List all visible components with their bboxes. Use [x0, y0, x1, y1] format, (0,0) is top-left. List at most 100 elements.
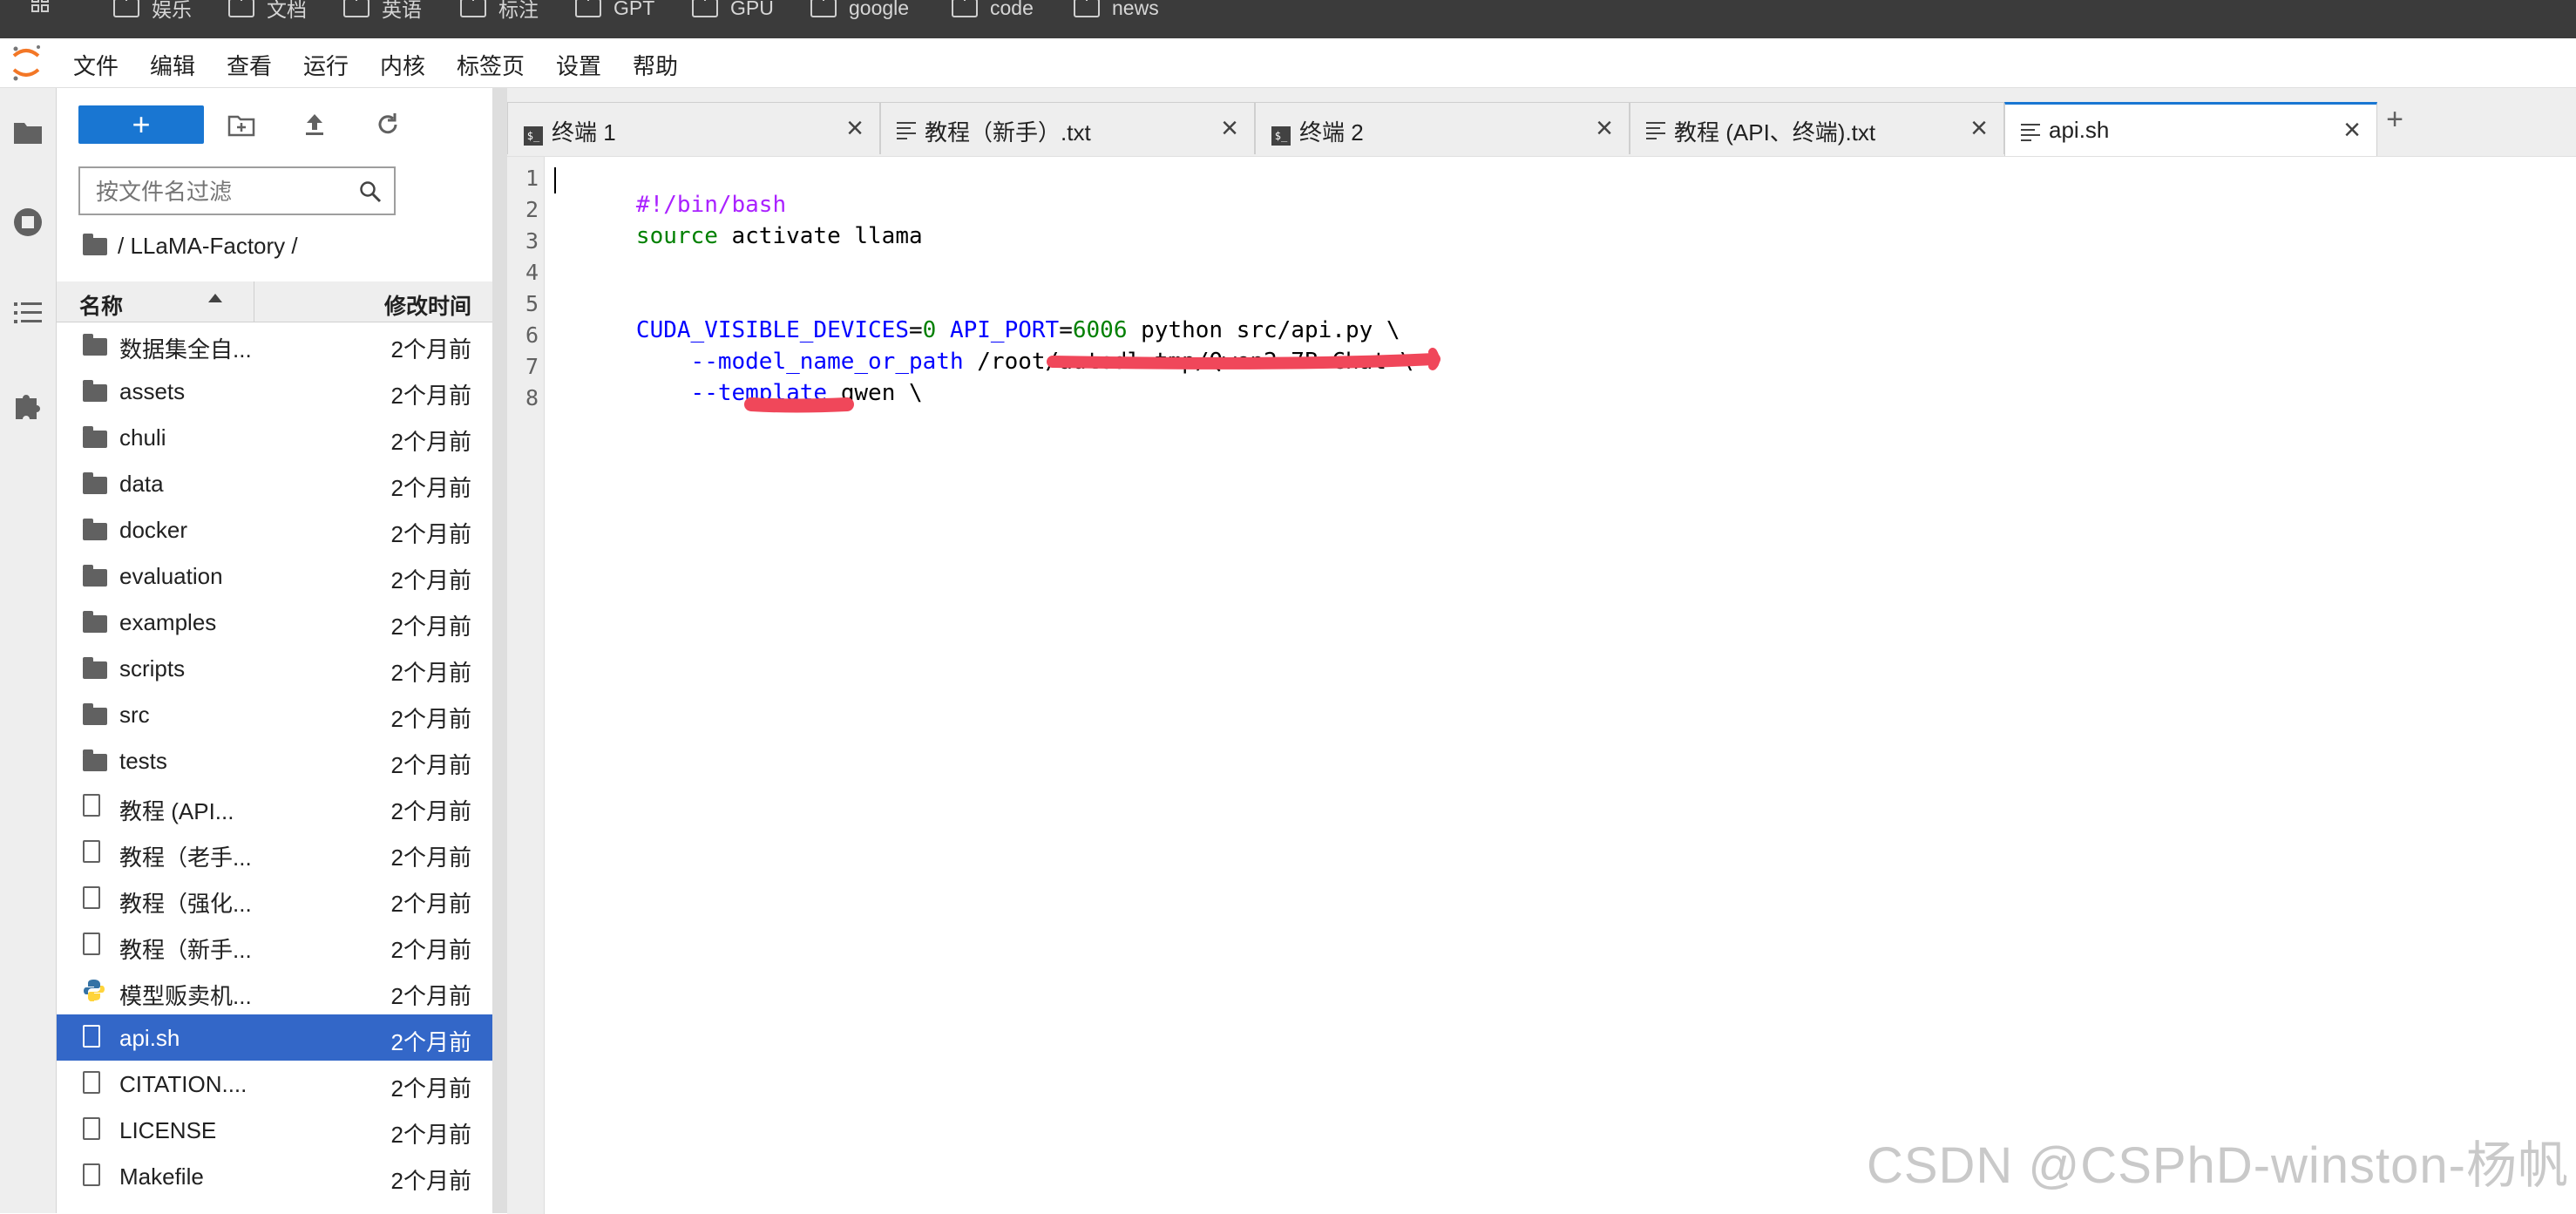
file-modified: 2个月前 — [390, 521, 471, 547]
running-sessions-icon[interactable] — [12, 207, 44, 238]
file-row[interactable]: examples 2个月前 — [57, 599, 492, 645]
bookmark-label: 文档 — [267, 0, 307, 21]
add-tab-button[interactable]: + — [2377, 102, 2412, 137]
file-row[interactable]: 教程（强化... 2个月前 — [57, 876, 492, 922]
file-row[interactable]: 教程（老手... 2个月前 — [57, 830, 492, 876]
bookmark-label: 英语 — [382, 0, 422, 21]
file-row[interactable]: assets 2个月前 — [57, 368, 492, 414]
menu-file[interactable]: 文件 — [73, 49, 119, 81]
file-row[interactable]: data 2个月前 — [57, 460, 492, 506]
file-row[interactable]: Makefile 2个月前 — [57, 1153, 492, 1199]
bookmark-label: GPT — [613, 0, 655, 19]
close-icon[interactable]: × — [1970, 112, 1988, 146]
sort-ascending-icon[interactable] — [208, 294, 222, 302]
file-name: api.sh — [119, 1025, 180, 1051]
folder-icon — [83, 657, 107, 679]
file-name: 教程（强化... — [119, 891, 252, 917]
file-icon — [83, 1071, 100, 1094]
bookmarks-bar: 娱乐 文档 英语 标注 GPT GPU google code news — [0, 0, 2576, 38]
python-icon-wrap — [83, 980, 105, 1010]
bookmark-item[interactable]: 英语 — [343, 0, 422, 21]
file-name: chuli — [119, 424, 166, 451]
file-row[interactable]: src 2个月前 — [57, 691, 492, 737]
file-row[interactable]: 模型贩卖机... 2个月前 — [57, 968, 492, 1014]
file-icon-wrap — [83, 794, 100, 825]
bookmark-item[interactable]: google — [810, 0, 909, 21]
file-icon-wrap — [83, 840, 100, 872]
file-row[interactable]: 教程 (API... 2个月前 — [57, 783, 492, 830]
tab-tutorial-api[interactable]: 教程 (API、终端).txt × — [1630, 102, 2004, 154]
refresh-icon[interactable] — [374, 111, 402, 139]
menu-tabs[interactable]: 标签页 — [457, 49, 525, 81]
menu-edit[interactable]: 编辑 — [150, 49, 195, 81]
breadcrumb-path[interactable]: / LLaMA-Factory / — [118, 233, 298, 260]
file-modified: 2个月前 — [390, 1075, 471, 1102]
menu-kernel[interactable]: 内核 — [380, 49, 425, 81]
bookmark-item[interactable]: 标注 — [460, 0, 539, 21]
file-modified: 2个月前 — [390, 983, 471, 1009]
file-row[interactable]: tests 2个月前 — [57, 737, 492, 783]
menu-view[interactable]: 查看 — [227, 49, 272, 81]
apps-grid-icon[interactable] — [31, 0, 58, 21]
file-filter-input[interactable] — [80, 168, 359, 215]
sidebar-resize-handle[interactable] — [492, 88, 507, 1213]
file-row[interactable]: docker 2个月前 — [57, 506, 492, 553]
column-name-header[interactable]: 名称 — [79, 289, 123, 321]
file-name: src — [119, 702, 150, 728]
bookmark-item[interactable]: 娱乐 — [113, 0, 192, 21]
file-row[interactable]: 数据集全自... 2个月前 — [57, 322, 492, 368]
new-folder-icon[interactable] — [227, 111, 255, 139]
folder-icon — [83, 519, 107, 540]
extension-puzzle-icon[interactable] — [12, 390, 44, 421]
tab-terminal-1[interactable]: $_ 终端 1 × — [507, 102, 880, 154]
close-icon[interactable]: × — [846, 112, 864, 146]
menu-settings[interactable]: 设置 — [556, 49, 601, 81]
tab-label: 教程 (API、终端).txt — [1674, 119, 1876, 146]
file-row[interactable]: scripts 2个月前 — [57, 645, 492, 691]
upload-icon[interactable] — [301, 111, 329, 139]
file-icon — [83, 794, 100, 817]
bookmark-item[interactable]: news — [1074, 0, 1159, 21]
folder-icon[interactable] — [12, 116, 44, 147]
close-icon[interactable]: × — [1596, 112, 1613, 146]
file-row[interactable]: api.sh 2个月前 — [57, 1014, 492, 1061]
file-icon — [83, 886, 100, 909]
folder-icon-wrap — [83, 334, 107, 362]
file-icon — [83, 1163, 100, 1186]
new-launcher-button[interactable]: + — [78, 105, 204, 144]
line-number-gutter: 1 2 3 4 5 6 7 8 — [507, 157, 545, 1214]
file-row[interactable]: LICENSE 2个月前 — [57, 1107, 492, 1153]
text-file-icon — [897, 122, 916, 139]
line-number: 7 — [525, 354, 539, 379]
bookmark-item[interactable]: code — [952, 0, 1034, 21]
tab-api-sh[interactable]: api.sh × — [2004, 102, 2377, 156]
tab-tutorial-beginner[interactable]: 教程（新手）.txt × — [880, 102, 1255, 154]
bookmark-item[interactable]: GPU — [692, 0, 774, 21]
file-row[interactable]: chuli 2个月前 — [57, 414, 492, 460]
code-editor[interactable]: 1 2 3 4 5 6 7 8 #!/bin/bash source activ… — [507, 156, 2576, 1214]
table-of-contents-icon[interactable] — [12, 297, 44, 329]
tab-label: 终端 1 — [552, 119, 616, 146]
menu-help[interactable]: 帮助 — [633, 49, 678, 81]
folder-icon — [810, 0, 837, 17]
close-icon[interactable]: × — [1221, 112, 1238, 146]
folder-icon — [228, 0, 254, 17]
column-modified-header[interactable]: 修改时间 — [384, 289, 471, 321]
file-modified: 2个月前 — [390, 1168, 471, 1194]
file-row[interactable]: 教程（新手... 2个月前 — [57, 922, 492, 968]
code-line: #!/bin/bash — [554, 166, 786, 218]
jupyter-logo-icon[interactable] — [9, 44, 44, 82]
folder-icon-wrap — [83, 380, 107, 408]
file-name: 数据集全自... — [119, 336, 252, 363]
code-content[interactable]: #!/bin/bash source activate llama CUDA_V… — [554, 157, 1413, 406]
cli-flag: --template — [635, 380, 828, 406]
folder-icon — [460, 0, 486, 17]
menu-run[interactable]: 运行 — [303, 49, 349, 81]
tab-terminal-2[interactable]: $_ 终端 2 × — [1255, 102, 1630, 154]
file-name: Makefile — [119, 1163, 204, 1190]
bookmark-item[interactable]: GPT — [575, 0, 654, 21]
file-row[interactable]: CITATION.... 2个月前 — [57, 1061, 492, 1107]
close-icon[interactable]: × — [2343, 113, 2361, 147]
file-row[interactable]: evaluation 2个月前 — [57, 553, 492, 599]
bookmark-item[interactable]: 文档 — [228, 0, 307, 21]
